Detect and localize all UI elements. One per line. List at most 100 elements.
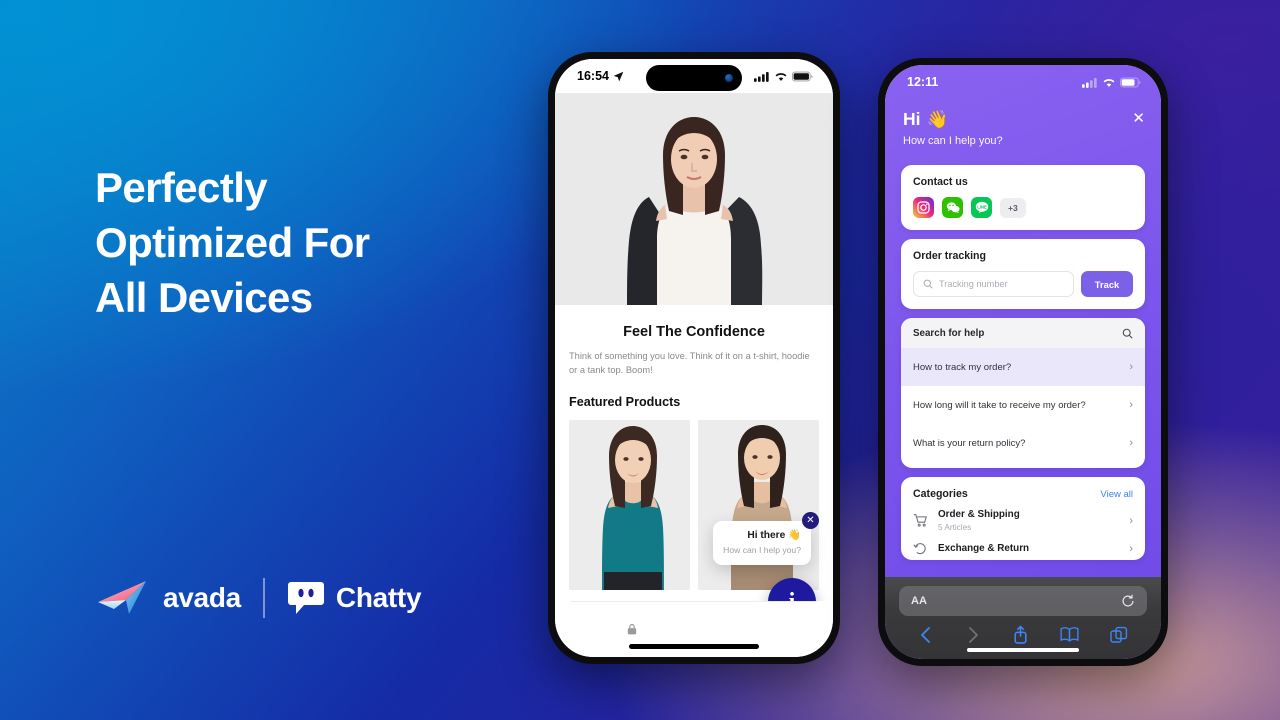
avada-logo: avada [96,578,241,618]
faq-label: How to track my order? [913,361,1012,373]
browser-footer-left [555,601,833,657]
chevron-right-icon[interactable] [965,626,981,644]
wechat-icon[interactable] [942,197,963,218]
tracking-number-input[interactable]: Tracking number [913,271,1074,297]
cellular-signal-icon [754,71,769,82]
order-tracking-card: Order tracking Tracking number Track [901,239,1145,309]
widget-cards[interactable]: Contact us LINE +3 Order tracking Tracki… [901,165,1145,581]
page-title: Perfectly Optimized For All Devices [95,160,525,325]
contact-channels: LINE +3 [913,197,1133,218]
contact-us-title: Contact us [913,176,968,188]
bubble-question: How can I help you? [723,545,801,555]
home-indicator [967,648,1079,652]
footer-divider [571,601,817,602]
product-photo-teal-tank [569,419,690,590]
categories-card: Categories View all Order & Shipping 5 A… [901,477,1145,560]
close-icon[interactable]: ✕ [1132,109,1145,127]
line-icon[interactable]: LINE [971,197,992,218]
category-item[interactable]: Order & Shipping 5 Articles › [913,500,1133,532]
search-icon [1122,328,1133,339]
chatty-logo: Chatty [287,580,422,616]
shopping-cart-icon [913,514,927,527]
search-help-label: Search for help [913,327,985,339]
category-article-count: 5 Articles [938,523,972,532]
bubble-greeting: Hi there 👋 [747,530,801,541]
featured-products-heading: Featured Products [569,394,681,409]
chatty-wordmark: Chatty [335,582,422,613]
tracking-placeholder: Tracking number [939,279,1008,289]
phone-right-screen: 12:11 ✕ Hi 👋 How can I help you? Contact… [885,65,1161,659]
wave-emoji: 👋 [788,530,801,541]
lock-icon [627,623,637,635]
view-all-link[interactable]: View all [1100,489,1133,500]
close-icon[interactable]: ✕ [802,512,819,529]
order-tracking-title: Order tracking [913,250,987,262]
widget-subtitle: How can I help you? [903,135,1003,147]
faq-item[interactable]: How long will it take to receive my orde… [901,386,1145,424]
chevron-right-icon: › [1129,542,1133,555]
category-name: Exchange & Return [938,543,1030,554]
phone-left-screen: 16:54 Feel The Confidence Think of somet… [555,59,833,657]
brand-divider [262,578,265,618]
product-description: Think of something you love. Think of it… [569,351,810,376]
wifi-icon [775,72,787,81]
search-icon [923,279,933,289]
categories-title: Categories [913,488,968,500]
return-arrow-icon [913,543,926,555]
hero-image [555,93,833,305]
widget-header: ✕ Hi 👋 How can I help you? [885,99,1161,147]
category-name: Order & Shipping [938,509,1020,520]
faq-item[interactable]: How to track my order? › [901,348,1145,386]
battery-icon [792,71,813,81]
status-time-right: 12:11 [907,75,939,89]
share-icon[interactable] [1012,625,1029,644]
chevron-right-icon: › [1129,437,1133,449]
product-card[interactable] [569,419,690,590]
contact-us-card: Contact us LINE +3 [901,165,1145,230]
battery-icon [1120,77,1141,87]
phone-right: 12:11 ✕ Hi 👋 How can I help you? Contact… [878,58,1168,666]
safari-tools [885,616,1161,644]
reload-icon[interactable] [1121,594,1135,608]
category-item[interactable]: Exchange & Return › [913,532,1133,556]
help-card: Search for help How to track my order? ›… [901,318,1145,468]
wifi-icon [1103,78,1115,87]
phone-left: 16:54 Feel The Confidence Think of somet… [548,52,840,664]
product-headline: Feel The Confidence [623,324,765,340]
status-bar-right: 12:11 [885,65,1161,99]
headline-line-2: Optimized For [95,219,370,267]
faq-item[interactable]: What is your return policy? › [901,424,1145,462]
faq-label: How long will it take to receive my orde… [913,399,1086,411]
brand-bar: avada Chatty [96,578,422,618]
status-icons-right [1082,77,1141,88]
widget-greeting: Hi 👋 [903,109,949,129]
more-channels-badge[interactable]: +3 [1000,197,1026,218]
paper-plane-icon [98,581,146,614]
cellular-signal-icon [1082,77,1097,88]
track-button[interactable]: Track [1081,271,1133,297]
chat-bubble-icon [287,582,324,614]
headline-line-3: All Devices [95,274,313,322]
address-bar[interactable]: AA [899,586,1147,616]
chat-greeting-bubble[interactable]: ✕ Hi there 👋 How can I help you? [713,512,819,565]
status-time-left: 16:54 [577,69,624,83]
status-icons-left [754,71,813,82]
wave-emoji: 👋 [926,109,949,129]
svg-text:LINE: LINE [977,204,987,209]
tabs-icon[interactable] [1109,626,1128,644]
model-photo-hero [579,109,809,305]
book-icon[interactable] [1060,626,1079,643]
avada-wordmark: avada [163,582,241,613]
faq-label: What is your return policy? [913,437,1026,449]
safari-toolbar: AA [885,577,1161,659]
chevron-right-icon: › [1129,399,1133,411]
home-indicator [629,644,759,649]
text-size-button[interactable]: AA [911,595,927,607]
search-for-help-field[interactable]: Search for help [901,318,1145,348]
chevron-right-icon: › [1129,514,1133,527]
headline-line-1: Perfectly [95,164,268,211]
dynamic-island [646,65,742,91]
chevron-left-icon[interactable] [918,626,934,644]
location-arrow-icon [613,71,624,81]
instagram-icon[interactable] [913,197,934,218]
